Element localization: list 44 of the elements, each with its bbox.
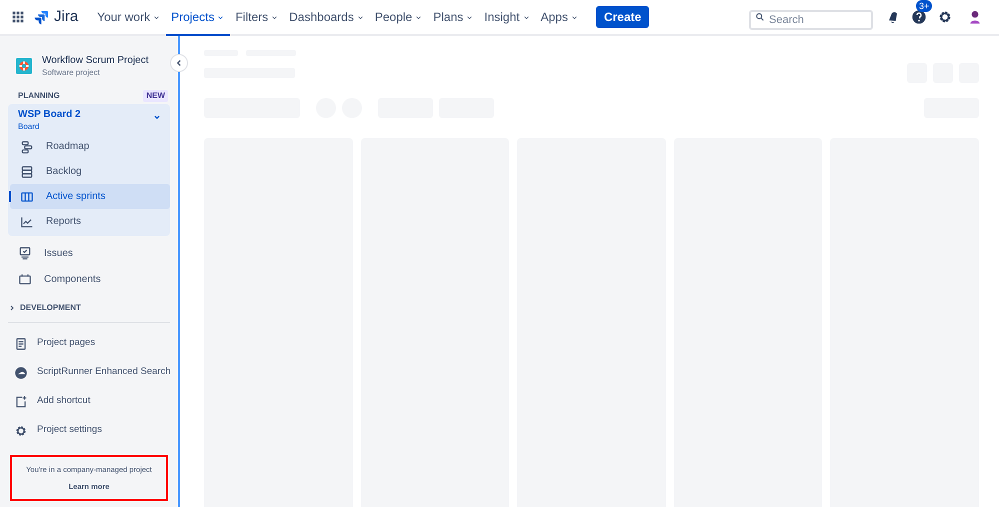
section-heading: PLANNING bbox=[18, 90, 60, 102]
nav-menu[interactable]: Apps bbox=[536, 0, 584, 35]
product-name: Jira bbox=[54, 6, 78, 27]
sidebar-item[interactable]: Project pages bbox=[8, 329, 166, 358]
roadmap-icon bbox=[20, 140, 34, 154]
nav-menu[interactable]: People bbox=[370, 0, 428, 35]
add-shortcut-icon bbox=[14, 394, 28, 408]
new-badge: NEW bbox=[143, 90, 168, 102]
app-switcher-icon[interactable] bbox=[10, 9, 26, 25]
caret-icon bbox=[8, 304, 16, 312]
project-name: Workflow Scrum Project bbox=[42, 54, 149, 67]
project-type: Software project bbox=[42, 67, 101, 78]
board-name[interactable]: WSP Board 2 bbox=[18, 108, 81, 121]
search-field[interactable]: Search bbox=[749, 10, 873, 30]
sidebar-item[interactable]: Roadmap bbox=[10, 134, 170, 159]
create-button[interactable]: Create bbox=[596, 6, 650, 28]
development-section-toggle[interactable]: DEVELOPMENT bbox=[8, 302, 170, 323]
jira-logo-icon bbox=[34, 9, 50, 25]
backlog-icon bbox=[20, 164, 34, 178]
sidebar-item[interactable]: Active sprints bbox=[10, 184, 170, 209]
settings-icon[interactable] bbox=[937, 9, 953, 25]
document-icon bbox=[14, 336, 28, 350]
notification-badge: 3+ bbox=[916, 0, 932, 12]
sidebar-item[interactable]: Project settings bbox=[8, 416, 166, 445]
nav-menu[interactable]: Your work bbox=[92, 0, 166, 35]
search-icon bbox=[755, 12, 765, 22]
sidebar-item[interactable]: Reports bbox=[10, 209, 170, 234]
settings-icon bbox=[14, 424, 28, 438]
sidebar-item[interactable]: Add shortcut bbox=[8, 387, 166, 416]
project-avatar-icon bbox=[16, 58, 32, 74]
calendar-box-icon bbox=[18, 272, 32, 286]
help-icon[interactable] bbox=[911, 9, 927, 25]
nav-menu[interactable]: Insight bbox=[479, 0, 536, 35]
board-columns-icon bbox=[20, 190, 34, 204]
nav-menu[interactable]: Plans bbox=[428, 0, 480, 35]
nav-menu[interactable]: Dashboards bbox=[284, 0, 370, 35]
sidebar-item[interactable]: Backlog bbox=[10, 159, 170, 184]
sidebar-item[interactable]: Issues bbox=[8, 240, 170, 266]
sidebar-item[interactable]: Components bbox=[8, 266, 170, 292]
nav-menu[interactable]: Filters bbox=[230, 0, 284, 35]
line-chart-icon bbox=[20, 214, 34, 228]
monitor-icon bbox=[18, 246, 32, 260]
collapse-sidebar-button[interactable] bbox=[170, 54, 188, 72]
board-type: Board bbox=[18, 121, 40, 132]
